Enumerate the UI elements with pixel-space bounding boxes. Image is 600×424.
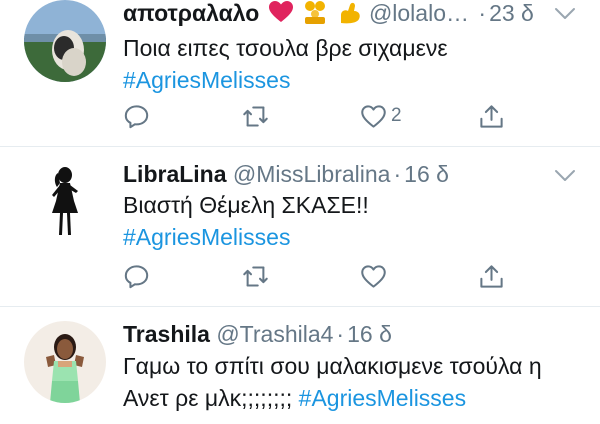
red-heart-icon xyxy=(268,0,294,30)
tweet-3[interactable]: Trashila @Trashila4 · 16 δ Γαμω το σπίτι σ… xyxy=(0,307,600,424)
flexed-biceps-emoji-icon xyxy=(337,0,363,31)
tweet-text-line: Ανετ ρε μλκ;;;;;;;; #AgriesMelisses xyxy=(123,382,542,414)
handle[interactable]: @lolalo… xyxy=(369,0,469,26)
avatar[interactable] xyxy=(24,321,106,403)
handle[interactable]: @Trashila4 xyxy=(216,321,333,347)
tweet-text: Βιαστή Θέμελη ΣΚΑΣΕ!! #AgriesMelisses xyxy=(123,189,369,253)
retweet-button[interactable] xyxy=(242,101,273,131)
like-count: 2 xyxy=(391,105,402,126)
share-button[interactable] xyxy=(478,261,505,291)
tweet-text-line: Βιαστή Θέμελη ΣΚΑΣΕ!! xyxy=(123,192,369,218)
hashtag-link[interactable]: #AgriesMelisses xyxy=(123,221,369,253)
timestamp[interactable]: 16 δ xyxy=(347,321,392,347)
tweet-header: Trashila @Trashila4 · 16 δ xyxy=(123,320,392,348)
timestamp[interactable]: 23 δ xyxy=(489,0,534,26)
chevron-down-icon[interactable] xyxy=(554,7,576,21)
hashtag-link[interactable]: #AgriesMelisses xyxy=(123,64,448,96)
handle[interactable]: @MissLibralina xyxy=(233,161,391,187)
reply-icon xyxy=(124,104,149,128)
tweet-text-line: Ποια ειπες τσουλα βρε σιχαμενε xyxy=(123,35,448,61)
display-name[interactable]: Trashila xyxy=(123,321,210,347)
share-button[interactable] xyxy=(478,101,505,131)
tweet-header: LibraLina @MissLibralina · 16 δ xyxy=(123,160,449,188)
like-button[interactable]: 2 xyxy=(360,101,402,131)
like-button[interactable] xyxy=(360,261,391,291)
display-name[interactable]: αποτραλαλο xyxy=(123,0,259,26)
display-name[interactable]: LibraLina xyxy=(123,161,227,187)
tweet-2[interactable]: LibraLina @MissLibralina · 16 δ Βιαστή Θέμ… xyxy=(0,147,600,307)
tweet-text-line: Γαμω το σπίτι σου μαλακισμενε τσούλα η xyxy=(123,353,542,379)
separator: · xyxy=(478,0,487,27)
timestamp[interactable]: 16 δ xyxy=(404,161,449,187)
tweet-text: Ποια ειπες τσουλα βρε σιχαμενε #AgriesMe… xyxy=(123,32,448,96)
hashtag-link[interactable]: #AgriesMelisses xyxy=(299,385,466,411)
separator: · xyxy=(393,161,402,187)
tweet-1[interactable]: αποτραλαλο @lolalo… · 23 δ Ποια ειπες τσο… xyxy=(0,0,600,148)
share-icon xyxy=(480,264,503,288)
share-icon xyxy=(480,104,503,128)
tweet-text-fragment: Ανετ ρε μλκ;;;;;;;; xyxy=(123,385,293,411)
chevron-down-icon[interactable] xyxy=(554,169,576,183)
retweet-icon xyxy=(243,265,268,287)
tweet-text: Γαμω το σπίτι σου μαλακισμενε τσούλα η Α… xyxy=(123,350,542,414)
like-icon xyxy=(361,104,386,128)
retweet-button[interactable] xyxy=(242,261,273,291)
family-emoji-icon xyxy=(302,0,328,31)
avatar[interactable] xyxy=(24,0,106,82)
like-icon xyxy=(361,264,386,288)
separator: · xyxy=(336,321,345,347)
tweet-header: αποτραλαλο @lolalo… · 23 δ xyxy=(123,0,534,31)
avatar[interactable] xyxy=(24,161,106,243)
reply-button[interactable] xyxy=(123,101,154,131)
reply-button[interactable] xyxy=(123,261,154,291)
retweet-icon xyxy=(243,105,268,127)
reply-icon xyxy=(124,264,149,288)
